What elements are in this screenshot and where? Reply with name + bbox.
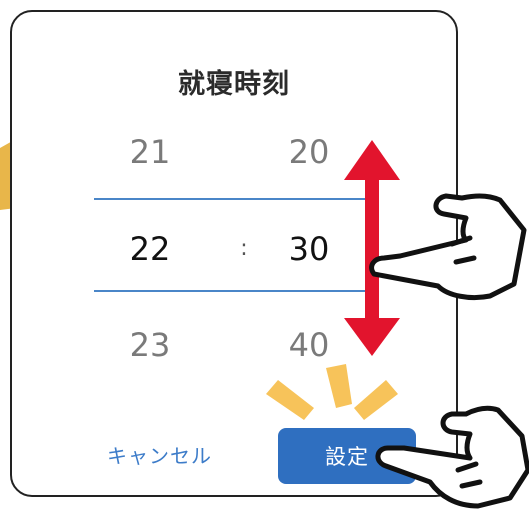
- hour-option-below[interactable]: 23: [115, 325, 185, 365]
- hour-selected[interactable]: 22: [115, 229, 185, 269]
- dialog-title: 就寝時刻: [178, 69, 290, 100]
- minute-selected[interactable]: 30: [274, 229, 344, 269]
- time-separator: :: [240, 236, 248, 261]
- bedtime-dialog: 就寝時刻 21 22 23 : 20 30 40 キャンセル 設定: [10, 10, 458, 497]
- screen: 就寝時刻 21 22 23 : 20 30 40 キャンセル 設定: [0, 0, 529, 521]
- minute-option-below[interactable]: 40: [274, 325, 344, 365]
- selection-line-top: [94, 198, 368, 200]
- selection-line-bottom: [94, 290, 368, 292]
- minute-option-above[interactable]: 20: [274, 132, 344, 172]
- set-button[interactable]: 設定: [278, 428, 416, 484]
- hour-option-above[interactable]: 21: [115, 132, 185, 172]
- cancel-button[interactable]: キャンセル: [107, 440, 212, 469]
